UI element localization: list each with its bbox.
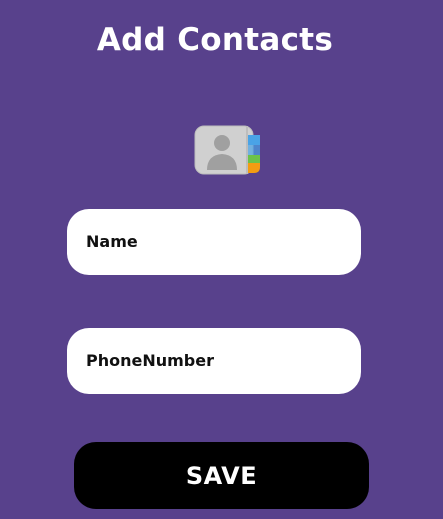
- save-button-label: SAVE: [185, 461, 258, 490]
- name-field[interactable]: Name: [67, 209, 361, 275]
- save-button[interactable]: SAVE: [74, 442, 369, 509]
- contacts-book-icon: [194, 125, 262, 175]
- name-field-placeholder: Name: [86, 232, 138, 251]
- page-title: Add Contacts: [96, 22, 334, 58]
- phone-number-field[interactable]: PhoneNumber: [67, 328, 361, 394]
- phone-number-field-placeholder: PhoneNumber: [86, 351, 214, 370]
